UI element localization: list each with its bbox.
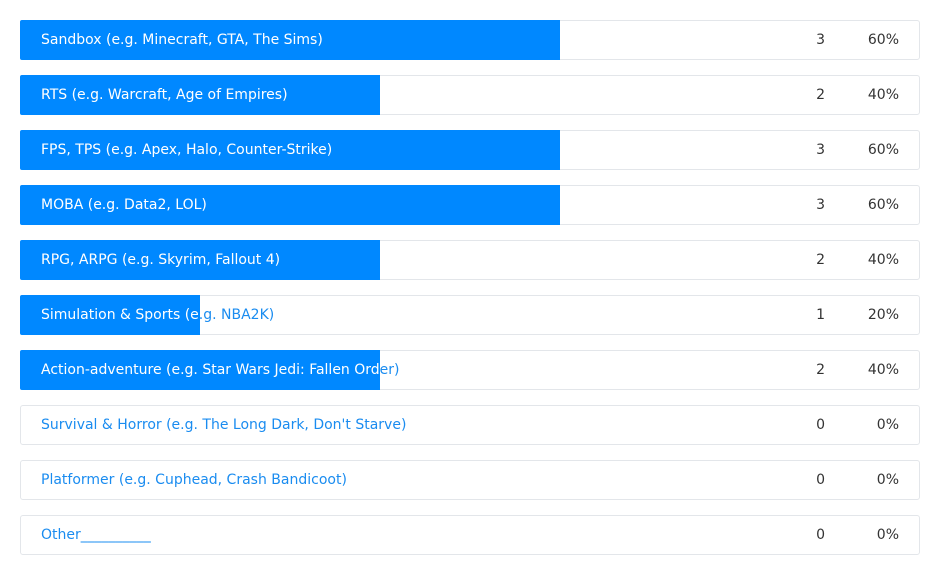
- option-label: Platformer (e.g. Cuphead, Crash Bandicoo…: [41, 461, 347, 499]
- option-label: Survival & Horror (e.g. The Long Dark, D…: [41, 406, 406, 444]
- option-label: MOBA (e.g. Data2, LOL) MOBA (e.g. Data2, …: [41, 186, 207, 224]
- option-label-overlay-text: FPS, TPS (e.g. Apex, Halo, Counter-Strik…: [41, 142, 333, 158]
- option-label: Action-adventure (e.g. Star Wars Jedi: F…: [41, 351, 400, 389]
- option-label-overlay-text: RTS (e.g. Warcraft, Age of Empires): [41, 87, 288, 103]
- vote-percent: 40%: [867, 87, 899, 103]
- vote-count: 0: [816, 472, 825, 488]
- vote-count: 2: [816, 252, 825, 268]
- option-label: FPS, TPS (e.g. Apex, Halo, Counter-Strik…: [41, 131, 332, 169]
- option-label-overlay: Simulation & Sports (e.g. NBA2K): [41, 296, 200, 334]
- option-label-overlay-text: Action-adventure (e.g. Star Wars Jedi: F…: [41, 362, 380, 378]
- vote-count: 3: [816, 142, 825, 158]
- vote-percent: 20%: [867, 307, 899, 323]
- vote-count: 3: [816, 197, 825, 213]
- result-row-survival-horror-e-g-the-: Survival & Horror (e.g. The Long Dark, D…: [20, 405, 920, 445]
- vote-percent: 60%: [867, 32, 899, 48]
- option-label: Other__________: [41, 516, 151, 554]
- option-label-overlay: Sandbox (e.g. Minecraft, GTA, The Sims): [41, 21, 560, 59]
- vote-count: 3: [816, 32, 825, 48]
- result-row-other: Other__________ 0 0%: [20, 515, 920, 555]
- result-row-sandbox-e-g-minecraft-gt: Sandbox (e.g. Minecraft, GTA, The Sims) S…: [20, 20, 920, 60]
- vote-count: 0: [816, 417, 825, 433]
- option-label-overlay: Action-adventure (e.g. Star Wars Jedi: F…: [41, 351, 380, 389]
- poll-results-chart: Sandbox (e.g. Minecraft, GTA, The Sims) S…: [20, 20, 920, 570]
- option-label-text: Platformer (e.g. Cuphead, Crash Bandicoo…: [41, 472, 347, 488]
- option-label: RPG, ARPG (e.g. Skyrim, Fallout 4) RPG, A…: [41, 241, 280, 279]
- vote-percent: 40%: [867, 252, 899, 268]
- vote-percent: 0%: [876, 527, 899, 543]
- vote-count: 1: [816, 307, 825, 323]
- vote-percent: 40%: [867, 362, 899, 378]
- option-label: RTS (e.g. Warcraft, Age of Empires) RTS (…: [41, 76, 288, 114]
- vote-count: 0: [816, 527, 825, 543]
- option-label: Simulation & Sports (e.g. NBA2K) Simulati…: [41, 296, 274, 334]
- vote-percent: 60%: [867, 197, 899, 213]
- option-label-overlay: RTS (e.g. Warcraft, Age of Empires): [41, 76, 380, 114]
- option-label-overlay: FPS, TPS (e.g. Apex, Halo, Counter-Strik…: [41, 131, 560, 169]
- vote-count: 2: [816, 87, 825, 103]
- result-row-simulation-sports-e-g-nb: Simulation & Sports (e.g. NBA2K) Simulati…: [20, 295, 920, 335]
- option-label-overlay-text: MOBA (e.g. Data2, LOL): [41, 197, 207, 213]
- vote-percent: 60%: [867, 142, 899, 158]
- option-label-overlay-text: Simulation & Sports (e.g. NBA2K): [41, 307, 200, 323]
- vote-percent: 0%: [876, 472, 899, 488]
- result-row-platformer-e-g-cuphead-c: Platformer (e.g. Cuphead, Crash Bandicoo…: [20, 460, 920, 500]
- vote-percent: 0%: [876, 417, 899, 433]
- result-row-fps-tps-e-g-apex-halo-co: FPS, TPS (e.g. Apex, Halo, Counter-Strik…: [20, 130, 920, 170]
- option-label-overlay: MOBA (e.g. Data2, LOL): [41, 186, 560, 224]
- option-label-text: Other__________: [41, 527, 151, 543]
- result-row-action-adventure-e-g-sta: Action-adventure (e.g. Star Wars Jedi: F…: [20, 350, 920, 390]
- vote-count: 2: [816, 362, 825, 378]
- option-label-overlay-text: Sandbox (e.g. Minecraft, GTA, The Sims): [41, 32, 323, 48]
- result-row-rts-e-g-warcraft-age-of-: RTS (e.g. Warcraft, Age of Empires) RTS (…: [20, 75, 920, 115]
- option-label-overlay-text: RPG, ARPG (e.g. Skyrim, Fallout 4): [41, 252, 281, 268]
- result-row-moba-e-g-data2-lol: MOBA (e.g. Data2, LOL) MOBA (e.g. Data2, …: [20, 185, 920, 225]
- option-label-text: Survival & Horror (e.g. The Long Dark, D…: [41, 417, 407, 433]
- option-label-overlay: RPG, ARPG (e.g. Skyrim, Fallout 4): [41, 241, 380, 279]
- result-row-rpg-arpg-e-g-skyrim-fall: RPG, ARPG (e.g. Skyrim, Fallout 4) RPG, A…: [20, 240, 920, 280]
- option-label: Sandbox (e.g. Minecraft, GTA, The Sims) S…: [41, 21, 323, 59]
